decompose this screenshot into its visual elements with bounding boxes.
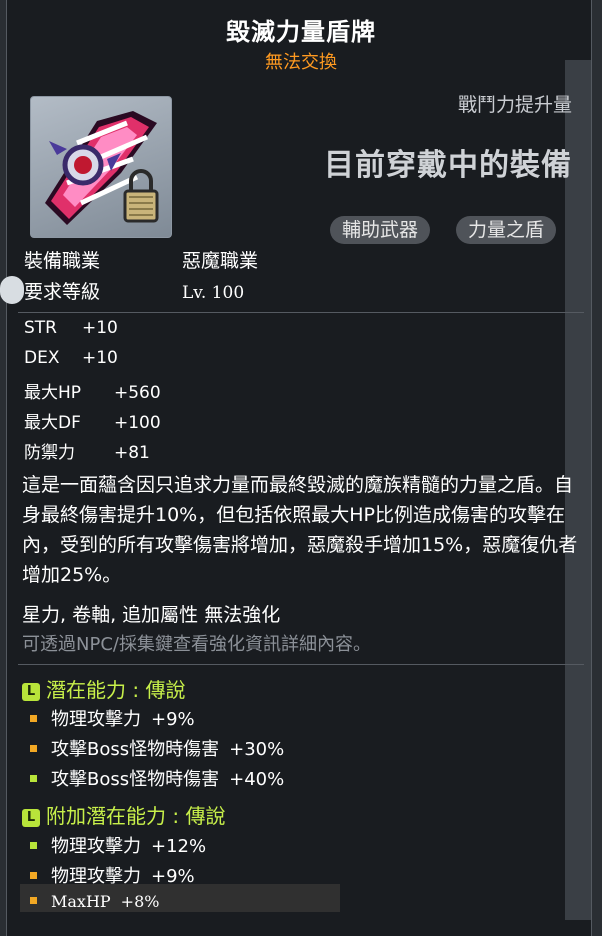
section-divider <box>18 312 584 313</box>
stat-row: STR +10 <box>24 318 118 338</box>
option-name: MaxHP <box>51 892 111 911</box>
enhancement-restriction: 星力, 卷軸, 追加屬性 無法強化 <box>22 604 281 626</box>
required-job-label: 裝備職業 <box>24 250 101 272</box>
option-value: +30% <box>229 739 285 760</box>
legendary-grade-bullet-icon <box>30 775 37 782</box>
potential-title: 潛在能力 : 傳說 <box>46 678 186 702</box>
stat-value: +560 <box>114 383 161 403</box>
item-category-tag: 輔助武器 <box>330 216 431 244</box>
stat-name: STR <box>24 318 57 338</box>
item-name: 毀滅力量盾牌 <box>226 18 376 46</box>
tradability-label: 無法交換 <box>265 52 337 73</box>
stat-name: 防禦力 <box>24 443 75 463</box>
stat-row: DEX +10 <box>24 348 118 368</box>
required-level-row: 要求等級 Lv. 100 <box>24 277 244 304</box>
stat-value: +10 <box>82 318 118 338</box>
rare-grade-bullet-icon <box>30 897 37 904</box>
legendary-grade-bullet-icon <box>30 842 37 849</box>
decor-bubble <box>0 276 24 304</box>
rare-grade-bullet-icon <box>30 872 37 879</box>
section-divider <box>18 664 584 665</box>
rare-grade-bullet-icon <box>30 745 37 752</box>
stat-row: 防禦力 +81 <box>24 438 150 463</box>
option-value: +40% <box>229 769 285 790</box>
option-name: 攻擊Boss怪物時傷害 <box>51 769 220 790</box>
option-value: +9% <box>151 709 195 730</box>
rare-grade-bullet-icon <box>30 715 37 722</box>
additional-potential-title: 附加潛在能力 : 傳說 <box>46 804 226 828</box>
stat-name: DEX <box>24 348 60 368</box>
additional-potential-option: 物理攻擊力 +12% <box>30 832 206 858</box>
item-icon-frame <box>30 96 172 238</box>
potential-option: 攻擊Boss怪物時傷害 +40% <box>30 765 284 791</box>
required-level-label: 要求等級 <box>24 281 101 303</box>
item-description: 這是一面蘊含因只追求力量而最終毀滅的魔族精髓的力量之盾。自身最終傷害提升10%，… <box>22 474 578 586</box>
option-value: +12% <box>151 836 207 857</box>
option-name: 物理攻擊力 <box>51 709 141 730</box>
stat-value: +100 <box>114 413 161 433</box>
option-value: +8% <box>120 892 160 911</box>
option-name: 攻擊Boss怪物時傷害 <box>51 739 220 760</box>
stat-row: 最大HP +560 <box>24 378 161 403</box>
stat-value: +81 <box>114 443 150 463</box>
option-name: 物理攻擊力 <box>51 836 141 857</box>
stat-value: +10 <box>82 348 118 368</box>
stat-name: 最大HP <box>24 383 82 403</box>
enhancement-hint: 可透過NPC/採集鍵查看強化資訊詳細內容。 <box>22 634 371 655</box>
required-job-value: 惡魔職業 <box>182 250 259 272</box>
legendary-grade-icon: L <box>22 683 40 701</box>
stat-name: 最大DF <box>24 413 81 433</box>
potential-grade: L 潛在能力 : 傳說 <box>22 674 185 703</box>
equipped-status: 目前穿戴中的裝備 <box>324 148 572 183</box>
potential-option: 物理攻擊力 +9% <box>30 705 195 731</box>
additional-potential-grade: L 附加潛在能力 : 傳說 <box>22 800 225 829</box>
legendary-grade-icon: L <box>22 809 40 827</box>
combat-power-label: 戰鬥力提升量 <box>457 94 572 116</box>
additional-potential-option: MaxHP +8% <box>30 892 159 911</box>
required-job-row: 裝備職業 惡魔職業 <box>24 246 258 273</box>
stat-row: 最大DF +100 <box>24 408 161 433</box>
demon-shield-icon <box>45 111 159 225</box>
potential-option: 攻擊Boss怪物時傷害 +30% <box>30 735 284 761</box>
required-level-value: Lv. 100 <box>182 283 245 303</box>
item-type-tag: 力量之盾 <box>456 216 557 244</box>
